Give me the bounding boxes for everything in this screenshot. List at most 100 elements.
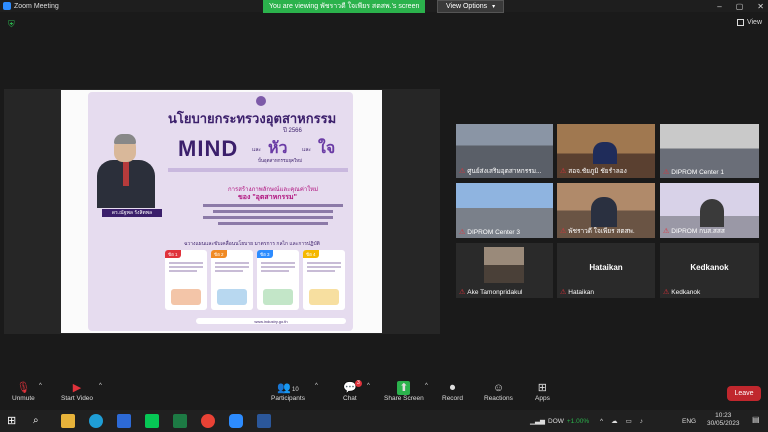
unmute-options-chevron-icon[interactable]: ^	[39, 383, 42, 389]
chevron-up-icon: ^	[600, 417, 604, 425]
record-button[interactable]: ⏺ Record	[442, 381, 463, 402]
search-icon[interactable]: ⌕	[33, 414, 47, 428]
mic-muted-icon: ⚠	[663, 228, 670, 235]
start-video-button[interactable]: ▶ Start Video	[61, 381, 93, 402]
reactions-label: Reactions	[484, 395, 513, 402]
card-tag: ข้อ 1	[165, 250, 181, 258]
word-icon[interactable]	[257, 414, 271, 428]
participant-tile[interactable]: Kedkanok ⚠ Kedkanok	[660, 243, 759, 298]
speaker-figure	[591, 197, 617, 227]
poster-mind: MIND	[178, 136, 239, 161]
view-button[interactable]: View	[736, 19, 762, 26]
apps-button[interactable]: ⊞ Apps	[535, 381, 550, 402]
participant-tile-active[interactable]: ⚠ สอจ.ชัยภูมิ ชัยรำลอง	[557, 124, 655, 178]
participant-tile[interactable]: ⚠ DIPROM กบส.สสส	[660, 183, 759, 238]
shared-screen-content: นโยบายกระทรวงอุตสาหกรรม ปี 2566 MIND และ…	[61, 90, 382, 333]
mic-muted-icon: ⚠	[663, 169, 670, 176]
view-options-button[interactable]: View Options ▾	[437, 0, 504, 13]
file-explorer-icon[interactable]	[61, 414, 75, 428]
zoom-logo-icon	[3, 2, 11, 10]
volume-icon: ♪	[639, 417, 643, 425]
meeting-toolbar: 🎙 Unmute ^ ▶ Start Video ^ 👥10 Participa…	[0, 377, 768, 409]
card-illustration	[217, 289, 247, 305]
chat-button[interactable]: 💬 3 Chat	[343, 380, 362, 402]
poster-card: ข้อ 3	[257, 250, 299, 310]
chat-options-chevron-icon[interactable]: ^	[367, 383, 370, 389]
participant-name: DIPROM Center 1	[671, 168, 725, 176]
participant-display-name: Kedkanok	[690, 263, 729, 272]
edge-browser-icon[interactable]	[89, 414, 103, 428]
zoom-taskbar-icon[interactable]	[229, 414, 243, 428]
policy-poster: นโยบายกระทรวงอุตสาหกรรม ปี 2566 MIND และ…	[88, 92, 353, 331]
apps-label: Apps	[535, 395, 550, 402]
mic-muted-icon: ⚠	[560, 228, 567, 235]
participant-tile[interactable]: ⚠ ศูนย์ส่งเสริมอุตสาหกรรม...	[456, 124, 553, 178]
card-illustration	[309, 289, 339, 305]
apps-icon: ⊞	[537, 382, 548, 394]
shield-icon[interactable]: ⛨	[8, 20, 16, 29]
minimize-icon[interactable]: –	[717, 2, 721, 11]
chevron-down-icon: ▾	[492, 4, 496, 10]
participant-tile[interactable]: ⚠ พัชราวดี ใจเพียร สตสพ.	[557, 183, 655, 238]
participants-options-chevron-icon[interactable]: ^	[315, 383, 318, 389]
chat-icon: 💬 3	[343, 380, 362, 394]
leave-button[interactable]: Leave	[727, 386, 761, 401]
reactions-button[interactable]: ☺ Reactions	[484, 381, 513, 402]
card-illustration	[171, 289, 201, 305]
excel-icon[interactable]	[173, 414, 187, 428]
minister-name-tag: ดร.ณัฐพล รังสิตพล	[102, 209, 162, 217]
card-tag: ข้อ 4	[303, 250, 319, 258]
stock-widget[interactable]: ▁▃▅ DOW +1.00%	[530, 410, 589, 432]
windows-start-icon[interactable]: ⊞	[7, 414, 21, 428]
participant-tile[interactable]: ⚠ DIPROM Center 3	[456, 183, 553, 238]
reactions-icon: ☺	[492, 382, 505, 394]
speaker-figure	[593, 142, 617, 164]
mic-muted-icon: ⚠	[560, 289, 567, 296]
participant-tile[interactable]: ⚠ Ake Tamonpridakul	[456, 243, 553, 298]
start-video-label: Start Video	[61, 395, 94, 402]
poster-jai: ใจ	[318, 140, 336, 157]
share-screen-button[interactable]: ⬆ Share Screen	[384, 381, 424, 402]
participants-label: Participants	[271, 395, 305, 402]
poster-text-line	[203, 204, 343, 207]
poster-card: ข้อ 1	[165, 250, 207, 310]
video-options-chevron-icon[interactable]: ^	[99, 383, 102, 389]
poster-card: ข้อ 4	[303, 250, 345, 310]
maximize-icon[interactable]: ▢	[736, 2, 744, 11]
ministry-seal-icon	[256, 96, 266, 106]
video-feed	[484, 247, 524, 283]
system-tray-icons[interactable]: ^ ☁ ▭ ♪	[600, 410, 643, 432]
cloud-icon: ☁	[611, 418, 618, 425]
unmute-button[interactable]: 🎙 Unmute	[12, 381, 35, 402]
input-language[interactable]: ENG	[682, 410, 696, 432]
video-off-icon: ▶	[72, 382, 82, 394]
clock[interactable]: 10:23 30/05/2023	[707, 412, 740, 428]
poster-mid-text: ฉวางแผนและขับเคลื่อนนโยบาย มาตรการ กลไก …	[184, 241, 320, 247]
poster-heading-b: ของ "อุตสาหกรรม"	[238, 194, 297, 201]
record-label: Record	[442, 395, 463, 402]
participant-name: สอจ.ชัยภูมิ ชัยรำลอง	[568, 168, 627, 175]
chrome-icon[interactable]	[201, 414, 215, 428]
participant-tile[interactable]: ⚠ DIPROM Center 1	[660, 124, 759, 178]
poster-and-2: และ	[302, 147, 311, 153]
line-app-icon[interactable]	[145, 414, 159, 428]
poster-footer: www.industry.go.th	[196, 318, 346, 324]
card-tag: ข้อ 3	[257, 250, 273, 258]
store-icon[interactable]	[117, 414, 131, 428]
share-options-chevron-icon[interactable]: ^	[425, 383, 428, 389]
stock-name: DOW	[548, 417, 564, 425]
close-icon[interactable]: ✕	[757, 2, 764, 11]
clock-date: 30/05/2023	[707, 420, 740, 427]
view-button-label: View	[746, 19, 762, 26]
participant-name: Kedkanok	[671, 288, 701, 296]
poster-text-line	[213, 210, 333, 213]
participants-button[interactable]: 👥10 Participants	[271, 381, 305, 402]
participant-name: DIPROM กบส.สสส	[671, 228, 725, 235]
notification-icon[interactable]: ▤	[752, 415, 760, 424]
participant-tile[interactable]: Hataikan ⚠ Hataikan	[557, 243, 655, 298]
window-controls: – ▢ ✕	[717, 0, 764, 12]
network-icon: ▭	[625, 418, 632, 425]
poster-year: ปี 2566	[283, 128, 302, 134]
poster-title: นโยบายกระทรวงอุตสาหกรรม	[168, 111, 337, 126]
participant-name: Ake Tamonpridakul	[467, 288, 523, 296]
